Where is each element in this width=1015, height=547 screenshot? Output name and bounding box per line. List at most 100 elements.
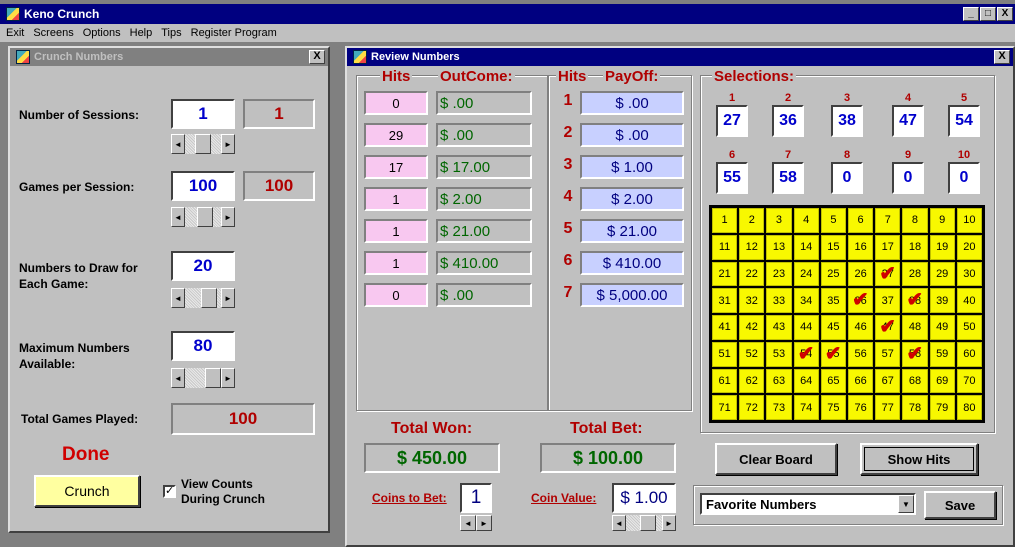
board-cell[interactable]: 59 xyxy=(929,341,955,367)
scroll-left-icon[interactable]: ◄ xyxy=(171,368,185,388)
scroll-thumb[interactable] xyxy=(201,288,217,308)
board-cell[interactable]: 16 xyxy=(848,234,874,260)
board-cell[interactable]: 28 xyxy=(902,261,928,287)
board-cell[interactable]: 1 xyxy=(712,208,738,233)
menu-exit[interactable]: Exit xyxy=(6,27,24,39)
board-cell[interactable]: 71 xyxy=(712,395,738,420)
selection-input[interactable]: 36 xyxy=(772,105,804,137)
show-hits-button[interactable]: Show Hits xyxy=(860,443,978,475)
clear-board-button[interactable]: Clear Board xyxy=(715,443,837,475)
menu-register[interactable]: Register Program xyxy=(191,27,277,39)
board-cell[interactable]: 73 xyxy=(766,395,792,420)
board-cell[interactable]: 58 ✔ xyxy=(902,341,928,367)
draw-input[interactable]: 20 xyxy=(171,251,235,281)
selection-input[interactable]: 55 xyxy=(716,162,748,194)
review-close-button[interactable]: X xyxy=(994,50,1010,64)
board-cell[interactable]: 44 xyxy=(793,315,819,340)
menu-help[interactable]: Help xyxy=(130,27,153,39)
board-cell[interactable]: 11 xyxy=(712,234,738,260)
menu-options[interactable]: Options xyxy=(83,27,121,39)
board-cell[interactable]: 13 xyxy=(766,234,792,260)
scroll-track[interactable] xyxy=(626,515,662,531)
max-input[interactable]: 80 xyxy=(171,331,235,361)
board-cell[interactable]: 18 xyxy=(902,234,928,260)
board-cell[interactable]: 77 xyxy=(875,395,901,420)
board-cell[interactable]: 2 xyxy=(739,208,765,233)
board-cell[interactable]: 9 xyxy=(929,208,955,233)
games-scrollbar[interactable]: ◄ ► xyxy=(171,207,235,227)
board-cell[interactable]: 42 xyxy=(739,315,765,340)
board-cell[interactable]: 8 xyxy=(902,208,928,233)
scroll-track[interactable] xyxy=(185,134,221,154)
board-cell[interactable]: 76 xyxy=(848,395,874,420)
board-cell[interactable]: 54 ✔ xyxy=(793,341,819,367)
board-cell[interactable]: 3 xyxy=(766,208,792,233)
scroll-left-icon[interactable]: ◄ xyxy=(171,134,185,154)
board-cell[interactable]: 48 xyxy=(902,315,928,340)
board-cell[interactable]: 33 xyxy=(766,288,792,313)
dropdown-arrow-icon[interactable]: ▼ xyxy=(898,495,914,513)
scroll-right-icon[interactable]: ► xyxy=(221,207,235,227)
coin-value-scrollbar[interactable]: ◄ ► xyxy=(612,515,676,531)
selection-input[interactable]: 47 xyxy=(892,105,924,137)
board-cell[interactable]: 23 xyxy=(766,261,792,287)
board-cell[interactable]: 7 xyxy=(875,208,901,233)
board-cell[interactable]: 40 xyxy=(956,288,982,313)
board-cell[interactable]: 55 ✔ xyxy=(820,341,846,367)
menu-screens[interactable]: Screens xyxy=(33,27,73,39)
selection-input[interactable]: 0 xyxy=(831,162,863,194)
board-cell[interactable]: 75 xyxy=(820,395,846,420)
board-cell[interactable]: 60 xyxy=(956,341,982,367)
coin-value-input[interactable]: $ 1.00 xyxy=(612,483,676,513)
board-cell[interactable]: 63 xyxy=(766,368,792,394)
board-cell[interactable]: 45 xyxy=(820,315,846,340)
minimize-button[interactable]: _ xyxy=(963,7,979,21)
view-counts-checkbox[interactable]: ✓ xyxy=(163,485,176,498)
board-cell[interactable]: 38 ✔ xyxy=(902,288,928,313)
board-cell[interactable]: 62 xyxy=(739,368,765,394)
board-cell[interactable]: 15 xyxy=(820,234,846,260)
scroll-left-icon[interactable]: ◄ xyxy=(612,515,626,531)
board-cell[interactable]: 32 xyxy=(739,288,765,313)
board-cell[interactable]: 52 xyxy=(739,341,765,367)
board-cell[interactable]: 26 xyxy=(848,261,874,287)
board-cell[interactable]: 22 xyxy=(739,261,765,287)
board-cell[interactable]: 53 xyxy=(766,341,792,367)
board-cell[interactable]: 69 xyxy=(929,368,955,394)
crunch-button[interactable]: Crunch xyxy=(34,475,140,507)
sessions-scrollbar[interactable]: ◄ ► xyxy=(171,134,235,154)
board-cell[interactable]: 4 xyxy=(793,208,819,233)
scroll-right-icon[interactable]: ► xyxy=(221,288,235,308)
selection-input[interactable]: 0 xyxy=(892,162,924,194)
scroll-track[interactable] xyxy=(185,288,221,308)
board-cell[interactable]: 30 xyxy=(956,261,982,287)
board-cell[interactable]: 20 xyxy=(956,234,982,260)
close-button[interactable]: X xyxy=(997,7,1013,21)
board-cell[interactable]: 34 xyxy=(793,288,819,313)
board-cell[interactable]: 39 xyxy=(929,288,955,313)
board-cell[interactable]: 78 xyxy=(902,395,928,420)
scroll-right-icon[interactable]: ► xyxy=(662,515,676,531)
scroll-thumb[interactable] xyxy=(195,134,211,154)
games-input[interactable]: 100 xyxy=(171,171,235,201)
scroll-left-icon[interactable]: ◄ xyxy=(460,515,476,531)
scroll-thumb[interactable] xyxy=(197,207,213,227)
board-cell[interactable]: 17 xyxy=(875,234,901,260)
scroll-right-icon[interactable]: ► xyxy=(221,134,235,154)
board-cell[interactable]: 64 xyxy=(793,368,819,394)
scroll-right-icon[interactable]: ► xyxy=(221,368,235,388)
board-cell[interactable]: 72 xyxy=(739,395,765,420)
selection-input[interactable]: 0 xyxy=(948,162,980,194)
coins-to-bet-label[interactable]: Coins to Bet: xyxy=(372,491,447,505)
board-cell[interactable]: 56 xyxy=(848,341,874,367)
board-cell[interactable]: 6 xyxy=(848,208,874,233)
board-cell[interactable]: 25 xyxy=(820,261,846,287)
board-cell[interactable]: 61 xyxy=(712,368,738,394)
board-cell[interactable]: 27 ✔ xyxy=(875,261,901,287)
board-cell[interactable]: 49 xyxy=(929,315,955,340)
board-cell[interactable]: 41 xyxy=(712,315,738,340)
board-cell[interactable]: 68 xyxy=(902,368,928,394)
sessions-input[interactable]: 1 xyxy=(171,99,235,129)
board-cell[interactable]: 14 xyxy=(793,234,819,260)
board-cell[interactable]: 66 xyxy=(848,368,874,394)
